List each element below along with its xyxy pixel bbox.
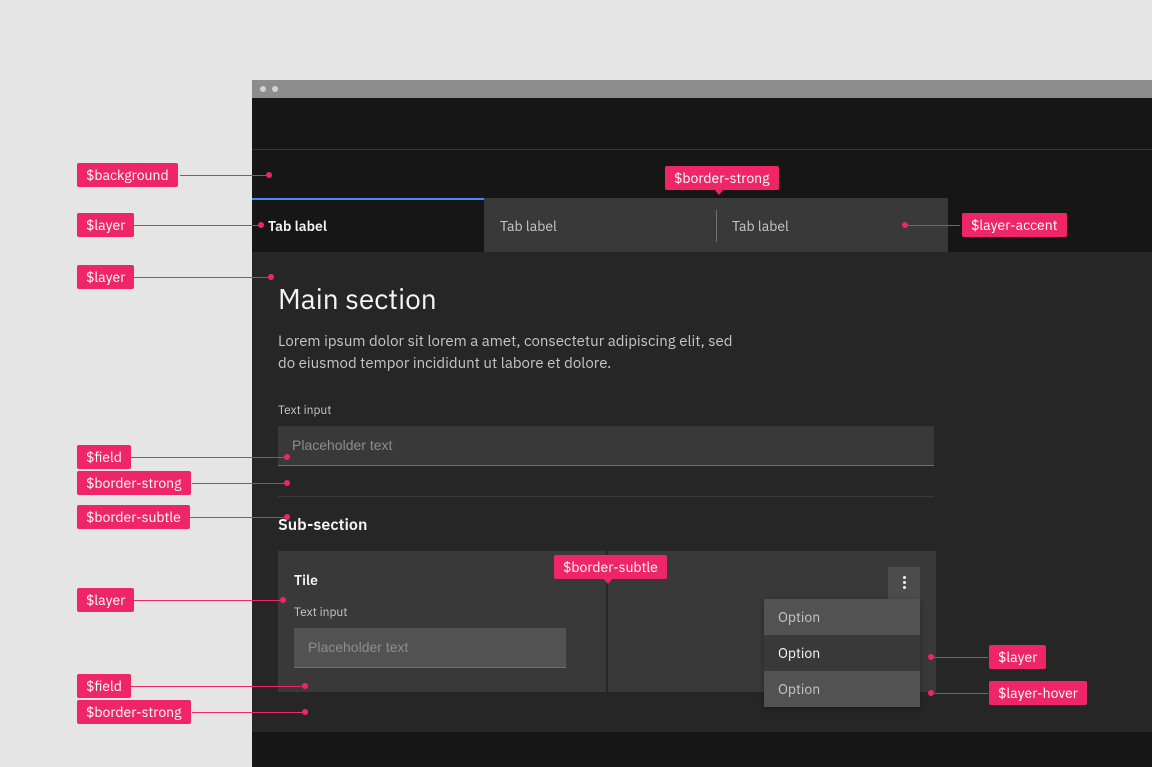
token-tag-border-strong: $border-strong xyxy=(77,700,191,724)
annotation-leader xyxy=(192,712,302,713)
overflow-icon xyxy=(903,576,906,589)
token-tag-layer: $layer xyxy=(77,588,134,612)
annotation-leader xyxy=(128,277,268,278)
annotation-dot-icon xyxy=(268,274,274,280)
token-tag-layer-accent: $layer-accent xyxy=(962,213,1067,237)
traffic-light-icon xyxy=(272,86,278,92)
tab-item[interactable]: Tab label xyxy=(252,198,484,252)
annotation-dot-icon xyxy=(284,480,290,486)
main-body: Lorem ipsum dolor sit lorem a amet, cons… xyxy=(278,331,738,375)
annotation-leader xyxy=(188,517,284,518)
menu-option[interactable]: Option xyxy=(764,635,920,671)
annotation-dot-icon xyxy=(902,222,908,228)
tab-label: Tab label xyxy=(268,217,327,235)
annotation-dot-icon xyxy=(280,597,286,603)
sub-heading: Sub-section xyxy=(278,515,1126,535)
annotation-leader xyxy=(908,225,960,226)
app-header xyxy=(252,98,1152,150)
main-heading: Main section xyxy=(278,280,1126,317)
annotation-leader xyxy=(128,225,258,226)
window-titlebar xyxy=(252,80,1152,98)
annotation-dot-icon xyxy=(284,454,290,460)
annotation-dot-icon xyxy=(266,172,272,178)
token-tag-layer: $layer xyxy=(989,645,1046,669)
token-tag-border-subtle: $border-subtle xyxy=(554,555,667,579)
annotation-leader xyxy=(122,686,302,687)
annotation-leader xyxy=(192,483,284,484)
annotation-leader xyxy=(122,457,284,458)
annotation-leader xyxy=(180,175,266,176)
token-tag-layer-hover: $layer-hover xyxy=(989,681,1087,705)
annotation-caret-icon xyxy=(603,578,613,584)
tab-label: Tab label xyxy=(500,217,557,235)
annotation-dot-icon xyxy=(302,683,308,689)
tile-text-input[interactable] xyxy=(294,628,566,668)
annotation-leader xyxy=(934,693,988,694)
overflow-menu: Option Option Option xyxy=(764,599,920,707)
tab-label: Tab label xyxy=(732,217,789,235)
divider xyxy=(278,496,934,497)
main-text-input[interactable] xyxy=(278,426,934,466)
tile-title: Tile xyxy=(294,571,590,589)
overflow-menu-button[interactable] xyxy=(888,567,920,599)
menu-option[interactable]: Option xyxy=(764,599,920,635)
tile-row: Tile Text input Option Option Option xyxy=(278,551,1126,692)
annotation-dot-icon xyxy=(302,709,308,715)
token-tag-layer: $layer xyxy=(77,213,134,237)
annotation-leader xyxy=(934,657,988,658)
token-tag-background: $background xyxy=(77,163,178,187)
annotation-dot-icon xyxy=(928,690,934,696)
annotation-leader xyxy=(128,600,280,601)
token-tag-layer: $layer xyxy=(77,265,134,289)
input-label: Text input xyxy=(278,403,1126,418)
annotation-caret-icon xyxy=(714,189,724,195)
tab-item[interactable]: Tab label xyxy=(484,198,716,252)
input-label: Text input xyxy=(294,605,590,620)
menu-option[interactable]: Option xyxy=(764,671,920,707)
annotation-dot-icon xyxy=(258,222,264,228)
token-tag-border-strong: $border-strong xyxy=(665,166,779,190)
token-tag-border-strong: $border-strong xyxy=(77,471,191,495)
traffic-light-icon xyxy=(260,86,266,92)
token-tag-border-subtle: $border-subtle xyxy=(77,505,190,529)
annotation-dot-icon xyxy=(284,514,290,520)
annotation-dot-icon xyxy=(928,654,934,660)
